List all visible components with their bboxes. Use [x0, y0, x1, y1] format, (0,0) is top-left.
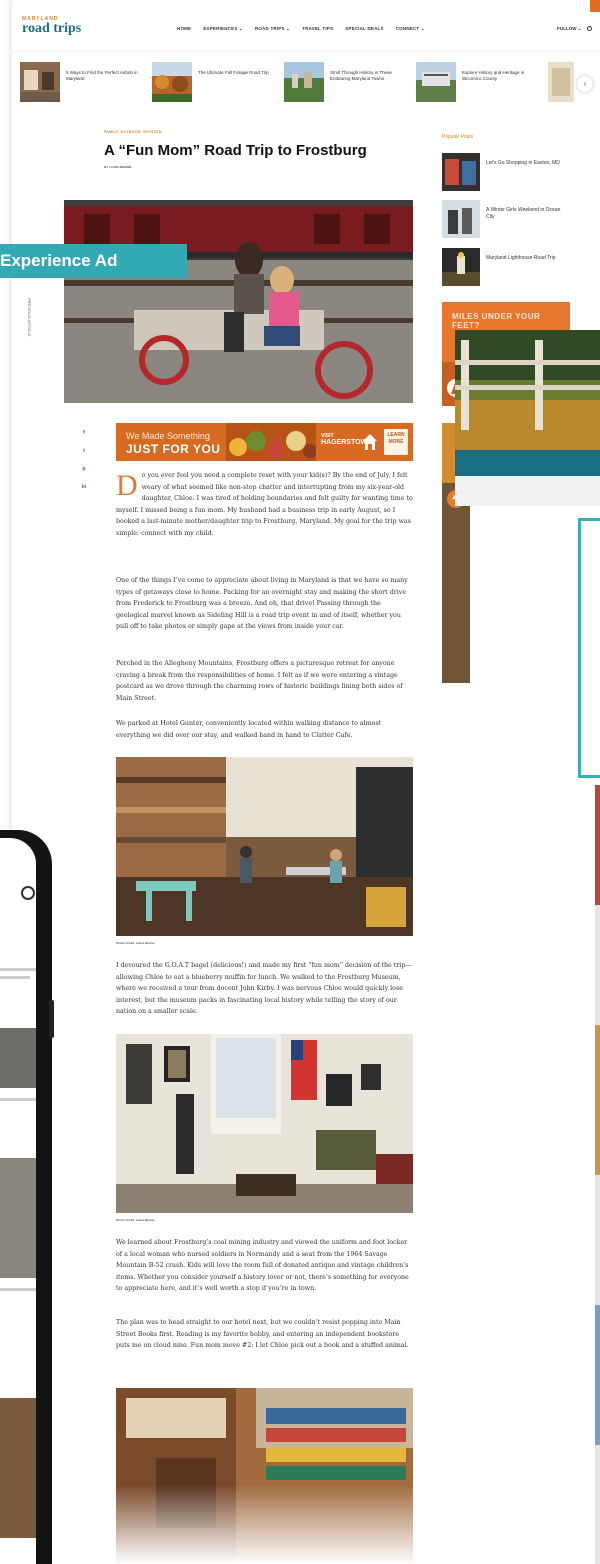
photo-caption-1: Photo Credit: Laura Bennie	[116, 941, 155, 945]
pinterest-icon[interactable]: p	[80, 466, 88, 472]
site-logo[interactable]: MARYLAND road trips	[22, 16, 81, 36]
paragraph-4: We parked at Hotel Gunter, conveniently …	[116, 720, 382, 739]
share-bar: f t p in	[80, 430, 88, 502]
featured-item[interactable]: Stroll Through History in These Endearin…	[284, 62, 404, 102]
featured-title: 5 Ways to Find the Perfect Airbnb in Mar…	[66, 70, 138, 81]
logo-wordmark: road trips	[22, 21, 82, 36]
banner-line-2: JUST FOR YOU	[126, 442, 221, 456]
learn-more-button[interactable]: LEARN MORE	[384, 429, 408, 455]
overlay-panels	[455, 0, 600, 1564]
paragraph-5: I devoured the G.O.A.T bagel (delicious!…	[116, 962, 412, 1016]
phone-screen	[0, 838, 36, 1564]
museum-photo	[116, 1034, 413, 1213]
cafe-photo	[116, 757, 413, 936]
paragraph-7: The plan was to head straight to our hot…	[116, 1319, 409, 1350]
overlay-edge-strip	[595, 785, 600, 1564]
phone-screen-content	[0, 858, 36, 1558]
featured-thumbnail	[416, 62, 456, 102]
nav-connect[interactable]: CONNECT ⌄	[396, 26, 425, 32]
twitter-icon[interactable]: t	[80, 448, 88, 454]
experience-ad-label: Experience Ad	[0, 244, 187, 278]
featured-thumbnail	[20, 62, 60, 102]
featured-title: The Ultimate Fall Foliage Road Trip	[198, 70, 269, 75]
dropcap: D	[116, 469, 138, 502]
photo-caption-2: Photo Credit: Laura Bennie	[116, 1218, 155, 1222]
bookstore-photo	[116, 1388, 413, 1564]
hero-photo	[64, 200, 413, 403]
nav-road-trips[interactable]: ROAD TRIPS ⌄	[255, 26, 290, 32]
article-header: FAMILY, OUTDOOR, SPOTTED A “Fun Mom” Roa…	[104, 130, 404, 169]
nav-special-deals[interactable]: SPECIAL DEALS	[345, 26, 384, 32]
featured-thumbnail	[152, 62, 192, 102]
paragraph-2: One of the things I’ve come to appreciat…	[116, 577, 408, 631]
banner-line-1: We Made Something	[126, 431, 210, 441]
overlay-fence-photo	[455, 330, 600, 450]
facebook-icon[interactable]: f	[80, 430, 88, 436]
overlay-card	[578, 518, 600, 778]
banner-ad[interactable]: We Made Something JUST FOR YOU VISIT HAGE…	[116, 423, 413, 461]
overlay-shadow	[455, 476, 600, 506]
paragraph-6: We learned about Frostburg’s coal mining…	[116, 1239, 409, 1293]
experience-ad-label-text: Experience Ad	[0, 251, 118, 270]
nav-travel-tips[interactable]: TRAVEL TIPS	[302, 26, 333, 32]
phone-mockup	[0, 830, 54, 1564]
paragraph-1-text: o you ever feel you need a complete rese…	[116, 472, 413, 537]
featured-item[interactable]: The Ultimate Fall Foliage Road Trip	[152, 62, 272, 102]
banner-produce-image	[226, 423, 316, 461]
phone-side-button	[49, 1000, 54, 1038]
article-title: A “Fun Mom” Road Trip to Frostburg	[104, 142, 367, 159]
previous-article-link[interactable]: PREVIOUS ARTICLE	[22, 298, 32, 336]
house-icon	[363, 434, 377, 450]
nav-experiences[interactable]: EXPERIENCES ⌄	[203, 26, 243, 32]
featured-title: Stroll Through History in These Endearin…	[330, 70, 392, 81]
paragraph-3: Perched in the Allegheny Mountains, Fros…	[116, 660, 403, 702]
featured-thumbnail	[284, 62, 324, 102]
featured-item[interactable]: 5 Ways to Find the Perfect Airbnb in Mar…	[20, 62, 140, 102]
main-nav: HOME EXPERIENCES ⌄ ROAD TRIPS ⌄ TRAVEL T…	[177, 26, 425, 32]
nav-home[interactable]: HOME	[177, 26, 191, 32]
linkedin-icon[interactable]: in	[80, 484, 88, 490]
paragraph-1: Do you ever feel you need a complete res…	[116, 470, 413, 540]
article-byline: BY LAURA BENNIE	[104, 165, 132, 169]
overlay-teal-bar	[455, 450, 600, 476]
article-category[interactable]: FAMILY, OUTDOOR, SPOTTED	[104, 130, 404, 134]
